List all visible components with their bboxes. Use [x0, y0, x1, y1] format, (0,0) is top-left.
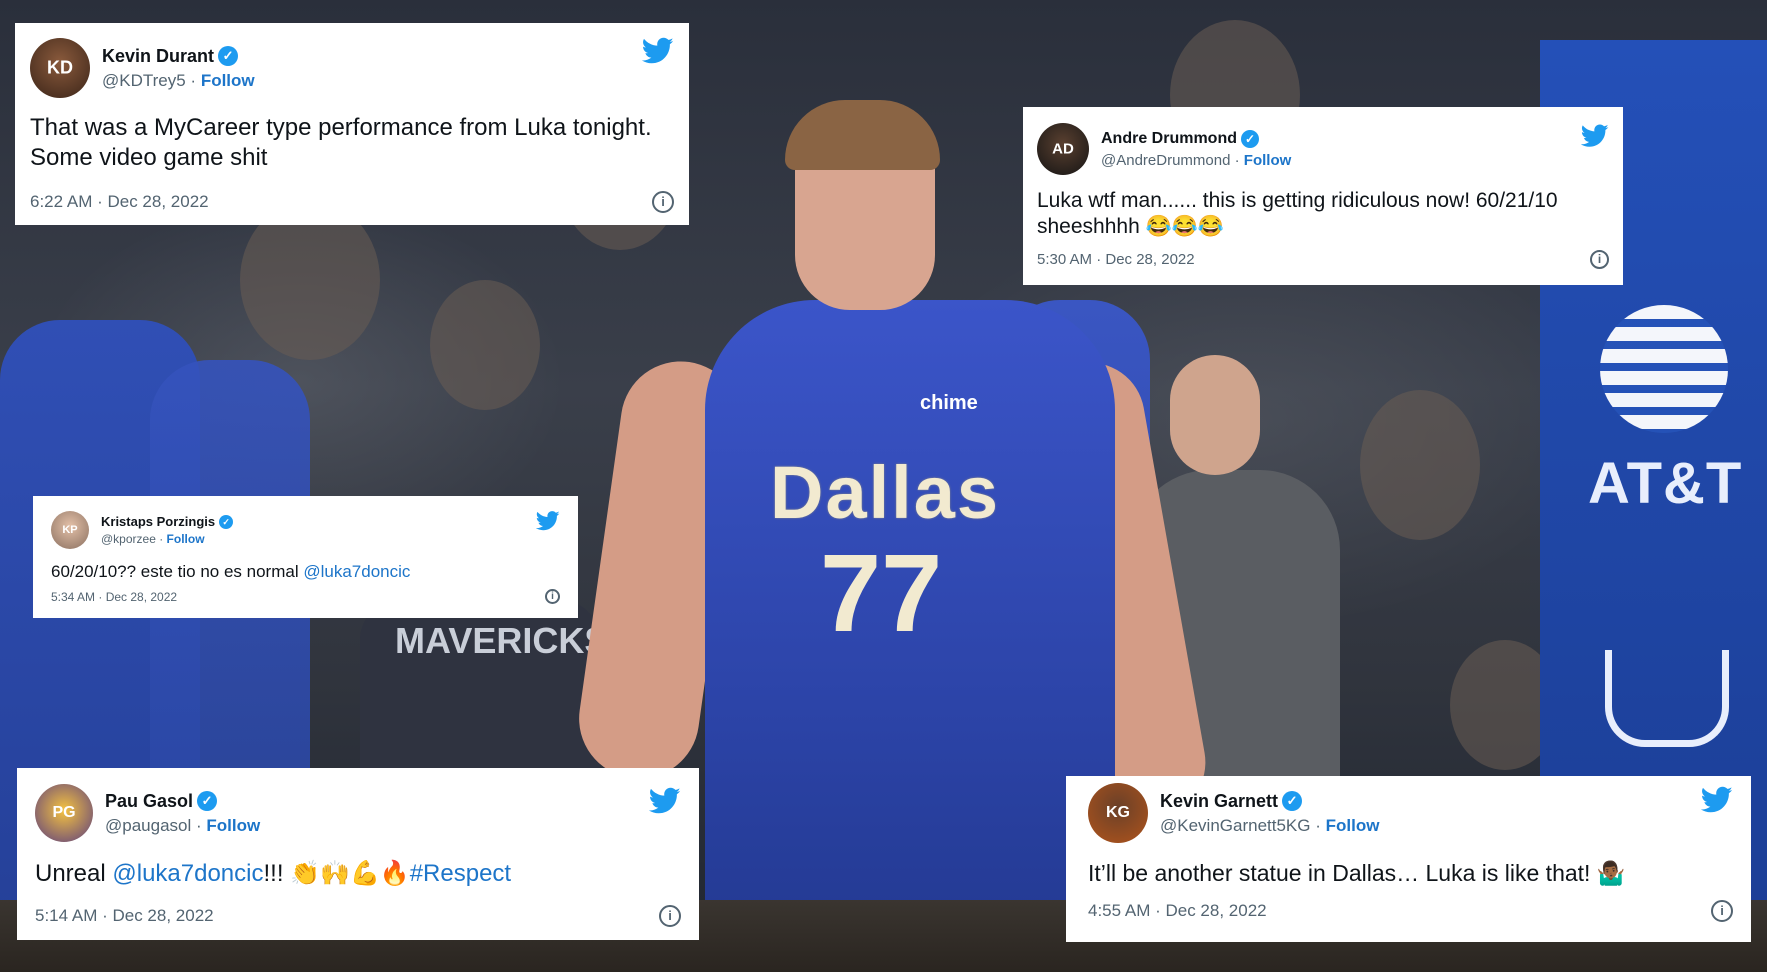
separator: ·	[155, 532, 167, 546]
separator: ·	[185, 70, 201, 90]
tweet-footer: 5:14 AM · Dec 28, 2022 i	[35, 905, 681, 927]
verified-badge-icon: ✓	[1282, 791, 1303, 811]
twitter-bird-icon	[641, 37, 674, 64]
avatar[interactable]: KG	[1088, 783, 1148, 843]
tweet-card-kevin-garnett: KG Kevin Garnett ✓ @KevinGarnett5KG · Fo…	[1066, 776, 1751, 942]
twitter-bird-icon[interactable]	[641, 37, 674, 73]
verified-badge-icon: ✓	[218, 46, 239, 66]
tweet-header: AD Andre Drummond ✓ @AndreDrummond · Fol…	[1037, 122, 1609, 176]
tweet-card-pau-gasol: PG Pau Gasol ✓ @paugasol · Follow Unreal…	[17, 768, 699, 940]
tweet-timestamp[interactable]: 6:22 AM · Dec 28, 2022	[30, 192, 209, 212]
verified-badge-icon: ✓	[197, 791, 218, 811]
twitter-bird-icon	[648, 787, 681, 814]
tweet-footer: 5:34 AM · Dec 28, 2022 i	[51, 589, 560, 604]
tweet-footer: 6:22 AM · Dec 28, 2022 i	[30, 191, 674, 213]
author-handle[interactable]: @KDTrey5	[102, 71, 186, 90]
tweet-footer: 4:55 AM · Dec 28, 2022 i	[1088, 900, 1733, 922]
follow-button[interactable]: Follow	[1244, 152, 1292, 169]
author-name[interactable]: Andre Drummond	[1101, 130, 1237, 148]
twitter-bird-icon	[1580, 124, 1609, 147]
tweet-author: Kevin Garnett ✓ @KevinGarnett5KG · Follo…	[1160, 791, 1379, 836]
jersey-sponsor: chime	[920, 392, 978, 414]
author-handle[interactable]: @kporzee	[101, 532, 156, 546]
author-handle[interactable]: @KevinGarnett5KG	[1160, 816, 1311, 835]
twitter-bird-icon	[1700, 786, 1733, 813]
jersey-text: Dallas	[770, 451, 1001, 534]
tweet-card-andre-drummond: AD Andre Drummond ✓ @AndreDrummond · Fol…	[1023, 107, 1623, 285]
tweet-text-emojis: !!! 👏🙌💪🔥	[263, 860, 410, 887]
separator: ·	[191, 815, 207, 835]
tweet-card-kristaps-porzingis: KP Kristaps Porzingis ✓ @kporzee · Follo…	[33, 496, 578, 618]
tweet-card-kevin-durant: KD Kevin Durant ✓ @KDTrey5 · Follow That…	[15, 23, 689, 225]
info-icon[interactable]: i	[652, 191, 674, 213]
hashtag-link[interactable]: #Respect	[410, 860, 511, 887]
crowd-figure	[1360, 390, 1480, 540]
tweet-timestamp[interactable]: 5:30 AM · Dec 28, 2022	[1037, 251, 1195, 268]
avatar[interactable]: KD	[30, 38, 90, 98]
separator: ·	[1310, 815, 1326, 835]
tweet-author: Andre Drummond ✓ @AndreDrummond · Follow	[1101, 129, 1292, 169]
avatar[interactable]: AD	[1037, 123, 1089, 175]
twitter-bird-icon[interactable]	[648, 787, 681, 820]
avatar[interactable]: KP	[51, 511, 89, 549]
twitter-bird-icon[interactable]	[1580, 124, 1609, 153]
info-icon[interactable]: i	[545, 589, 560, 604]
tweet-author: Kevin Durant ✓ @KDTrey5 · Follow	[102, 46, 255, 91]
twitter-bird-icon[interactable]	[1700, 786, 1733, 819]
author-name[interactable]: Kevin Garnett	[1160, 791, 1278, 812]
info-icon[interactable]: i	[1590, 250, 1609, 269]
tweet-author: Pau Gasol ✓ @paugasol · Follow	[105, 791, 260, 836]
author-name[interactable]: Kevin Durant	[102, 46, 214, 67]
jersey-number: 77	[820, 532, 943, 655]
tweet-text: Luka wtf man...... this is getting ridic…	[1037, 189, 1558, 238]
tweet-text: 60/20/10?? este tio no es normal @luka7d…	[51, 561, 560, 583]
author-name[interactable]: Kristaps Porzingis	[101, 514, 215, 529]
follow-button[interactable]: Follow	[1326, 816, 1380, 835]
tweet-header: PG Pau Gasol ✓ @paugasol · Follow	[35, 783, 681, 843]
author-handle[interactable]: @paugasol	[105, 816, 191, 835]
att-logo-icon	[1600, 305, 1728, 433]
shopping-cart-icon	[1605, 650, 1729, 747]
follow-button[interactable]: Follow	[201, 71, 255, 90]
tweet-header: KD Kevin Durant ✓ @KDTrey5 · Follow	[30, 37, 674, 99]
tweet-author: Kristaps Porzingis ✓ @kporzee · Follow	[101, 514, 234, 546]
tweet-text: That was a MyCareer type performance fro…	[30, 114, 652, 171]
tweet-header: KG Kevin Garnett ✓ @KevinGarnett5KG · Fo…	[1088, 780, 1733, 846]
banner-text: AT&T	[1588, 451, 1743, 516]
fan-head	[1170, 355, 1260, 475]
tweet-text-body: 60/20/10?? este tio no es normal	[51, 562, 304, 581]
tweet-timestamp[interactable]: 4:55 AM · Dec 28, 2022	[1088, 901, 1267, 921]
crowd-figure	[430, 280, 540, 410]
player-hair	[785, 100, 940, 170]
verified-badge-icon: ✓	[219, 514, 234, 529]
tweet-text: It’ll be another statue in Dallas… Luka …	[1088, 860, 1626, 886]
author-handle[interactable]: @AndreDrummond	[1101, 152, 1230, 169]
mention-link[interactable]: @luka7doncic	[112, 860, 263, 887]
follow-button[interactable]: Follow	[167, 532, 205, 546]
follow-button[interactable]: Follow	[206, 816, 260, 835]
tweet-footer: 5:30 AM · Dec 28, 2022 i	[1037, 250, 1609, 269]
tweet-text: Unreal @luka7doncic!!! 👏🙌💪🔥#Respect	[35, 859, 681, 889]
info-icon[interactable]: i	[1711, 900, 1733, 922]
tweet-timestamp[interactable]: 5:14 AM · Dec 28, 2022	[35, 906, 214, 926]
tweet-header: KP Kristaps Porzingis ✓ @kporzee · Follo…	[51, 509, 560, 551]
avatar[interactable]: PG	[35, 784, 93, 842]
tweet-text-body: Unreal	[35, 860, 113, 887]
info-icon[interactable]: i	[659, 905, 681, 927]
twitter-bird-icon[interactable]	[535, 511, 560, 536]
separator: ·	[1230, 151, 1244, 169]
shirt-text: MAVERICKS	[395, 620, 609, 661]
mention-link[interactable]: @luka7doncic	[303, 562, 410, 581]
tweet-timestamp[interactable]: 5:34 AM · Dec 28, 2022	[51, 590, 177, 604]
author-name[interactable]: Pau Gasol	[105, 791, 193, 812]
twitter-bird-icon	[535, 511, 560, 531]
verified-badge-icon: ✓	[1241, 129, 1259, 148]
